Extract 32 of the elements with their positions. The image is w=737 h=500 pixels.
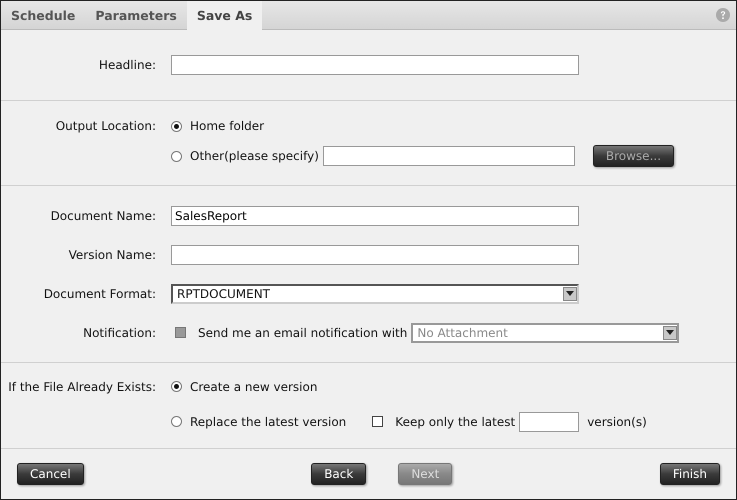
radio-label[interactable]: Other(please specify)	[190, 149, 319, 163]
tab[interactable]: Parameters	[85, 1, 187, 29]
radio-button[interactable]	[171, 120, 182, 132]
text-field[interactable]	[171, 55, 579, 75]
field-label: Version Name:	[68, 248, 157, 262]
field-label: If the File Already Exists:	[7, 380, 157, 394]
field-label: Headline:	[98, 58, 157, 72]
button[interactable]: Cancel	[17, 463, 84, 485]
field-label: Document Name:	[50, 208, 157, 222]
text-field[interactable]: SalesReport	[171, 206, 579, 226]
field-suffix: version(s)	[587, 414, 647, 428]
tab[interactable]: Schedule	[1, 1, 86, 29]
text-field[interactable]	[171, 244, 579, 264]
checkbox-label: Keep only the latest	[395, 414, 516, 428]
checkbox-label: Send me an email notification with	[198, 326, 408, 340]
radio-button[interactable]	[171, 381, 182, 392]
tab[interactable]: Save As	[186, 1, 262, 30]
field-label: Document Format:	[42, 286, 157, 300]
button[interactable]: Finish	[660, 463, 720, 485]
radio-label[interactable]: Replace the latest version	[190, 414, 346, 428]
radio-button[interactable]	[171, 150, 182, 162]
text-field[interactable]	[322, 146, 575, 166]
checkbox[interactable]	[372, 416, 384, 427]
radio-label[interactable]: Create a new version	[190, 380, 318, 394]
field-label: Notification:	[82, 326, 157, 340]
radio-button[interactable]	[171, 416, 182, 427]
help-icon[interactable]	[716, 8, 730, 22]
button[interactable]: Back	[311, 463, 366, 485]
field-label: Output Location:	[54, 119, 157, 133]
text-field[interactable]	[519, 412, 580, 432]
radio-label[interactable]: Home folder	[190, 119, 264, 133]
dropdown[interactable]: RPTDOCUMENT	[171, 284, 579, 304]
